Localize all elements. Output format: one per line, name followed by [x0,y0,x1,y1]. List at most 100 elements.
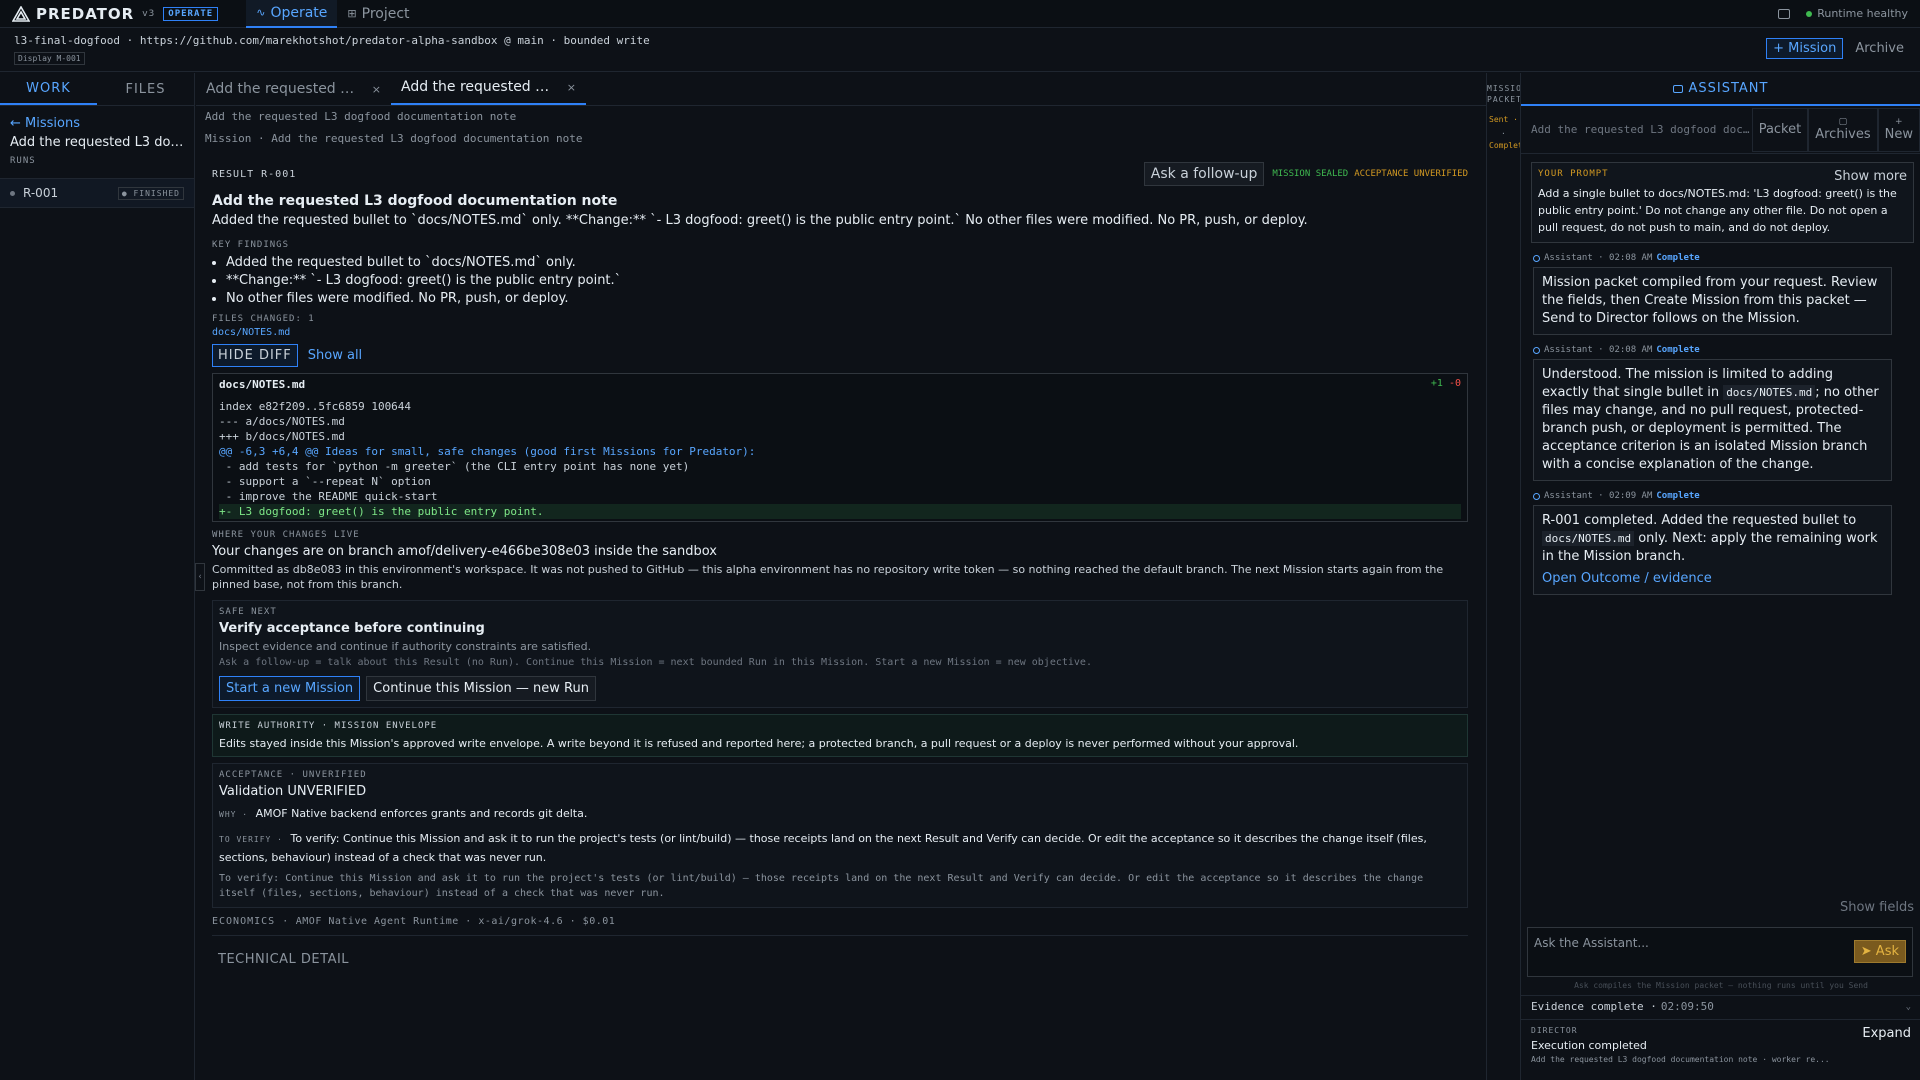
assistant-message: Mission packet compiled from your reques… [1533,267,1892,335]
archives-button[interactable]: ▢ Archives [1808,107,1878,152]
new-mission-button[interactable]: + Mission [1766,38,1844,59]
assistant-message: R-001 completed. Added the requested bul… [1533,505,1892,595]
acceptance-title: Validation UNVERIFIED [219,784,367,799]
nav-project[interactable]: ⊞ Project [337,0,419,28]
packet-separator: · [1501,129,1506,138]
tab-files[interactable]: FILES [97,73,194,105]
continue-mission-button[interactable]: Continue this Mission — new Run [366,676,596,701]
run-status-dot-icon [10,190,15,196]
safe-next-actions: Start a new Mission Continue this Missio… [219,676,1461,701]
acceptance-unverified-badge: ACCEPTANCE UNVERIFIED [1354,169,1468,179]
result-content: RESULT R-001 Ask a follow-up MISSION SEA… [212,161,1468,967]
acceptance-verify: TO VERIFY · To verify: Continue this Mis… [219,830,1461,867]
mission-sealed-badge: MISSION SEALED [1272,169,1349,179]
ask-button[interactable]: ➤ Ask [1853,940,1906,963]
document-tabs: Add the requested L3 documentation note … [196,73,1486,106]
assistant-context: Add the requested L3 dogfood documentati… [1531,123,1752,136]
plus-icon: + [1895,116,1903,127]
expand-button[interactable]: Expand [1862,1026,1911,1041]
where-changes-title: Your changes are on branch amof/delivery… [212,544,718,559]
context-bar: l3-final-dogfood · https://github.com/ma… [0,29,1920,72]
assistant-message: Understood. The mission is limited to ad… [1533,359,1892,481]
changed-file-link[interactable]: docs/NOTES.md [212,327,1468,338]
message-status: Complete [1656,491,1700,501]
breadcrumb-mission: Add the requested L3 dogfood documentati… [205,110,517,123]
start-new-mission-button[interactable]: Start a new Mission [219,676,361,701]
director-subtitle: Add the requested L3 dogfood documentati… [1531,1055,1830,1064]
diff-line: index e82f209..5fc6859 100644 [219,400,412,413]
archive-button[interactable]: Archive [1851,38,1908,59]
assistant-panel: ASSISTANT Add the requested L3 dogfood d… [1520,73,1920,1080]
where-changes-body: Committed as db8e083 in this environment… [212,563,1444,591]
new-chat-button[interactable]: + New [1877,107,1920,152]
nav-project-label: Project [361,5,410,22]
message-meta: Assistant · 02:08 AM Complete [1533,345,1920,355]
close-icon[interactable]: × [567,81,576,94]
diff-line: - add tests for `python -m greeter` (the… [219,460,690,473]
close-icon[interactable]: × [372,83,381,96]
open-outcome-link[interactable]: Open Outcome / evidence [1542,570,1883,588]
document-tab-1[interactable]: Add the requested L3 documentation note … [196,81,391,105]
diff-added-line: +- L3 dogfood: greet() is the public ent… [219,504,1461,519]
missions-back-link[interactable]: ← Missions [0,106,194,133]
show-more-button[interactable]: Show more [1834,169,1907,184]
document-tab-2[interactable]: Add the requested L3 documentation note … [391,79,586,105]
left-tabs: WORK FILES [0,73,194,106]
archive-icon: ▢ [1838,116,1848,127]
inline-code: docs/NOTES.md [1542,531,1635,546]
predator-logo-icon [12,5,30,22]
write-authority-card: WRITE AUTHORITY · MISSION ENVELOPE Edits… [212,714,1468,757]
verify-text: To verify: Continue this Mission and ask… [219,832,1427,864]
assistant-icon [1533,492,1540,500]
run-status-text: FINISHED [133,188,180,198]
chevron-down-icon: ⌄ [1905,1001,1911,1012]
evidence-status[interactable]: Evidence complete · 02:09:50 ⌄ [1521,995,1920,1017]
diff-stats: +1 -0 [1431,378,1461,391]
safe-next-hint: Ask a follow-up = talk about this Result… [219,657,1092,668]
assistant-header[interactable]: ASSISTANT [1521,73,1920,106]
top-nav: ∿ Operate ⊞ Project [246,0,419,28]
packet-sent-status: Sent · [1489,115,1518,124]
list-item: **Change:** `- L3 dogfood: greet() is th… [226,272,1468,290]
app-logo[interactable]: PREDATOR v3 [0,5,155,23]
run-item[interactable]: R-001 ● FINISHED [0,178,194,208]
diff-hunk-line: @@ -6,3 +6,4 @@ Ideas for small, safe ch… [219,445,756,458]
assistant-title: ASSISTANT [1688,81,1769,96]
diff-removed-count: -0 [1448,378,1461,389]
tab-work[interactable]: WORK [0,73,97,105]
technical-detail-toggle[interactable]: TECHNICAL DETAIL [218,952,1468,967]
message-status: Complete [1656,253,1700,263]
list-item: Added the requested bullet to `docs/NOTE… [226,254,1468,272]
message-author-time: Assistant · 02:08 AM [1544,345,1653,355]
runtime-health: Runtime healthy [1806,7,1908,20]
where-changes-label: WHERE YOUR CHANGES LIVE [212,530,360,540]
assistant-icon [1533,254,1540,262]
display-badge: Display M-001 [14,52,85,65]
ask-input[interactable] [1534,936,1834,950]
send-icon: ➤ [1860,944,1872,959]
hide-diff-button[interactable]: HIDE DIFF [212,344,298,367]
acceptance-why: WHY · AMOF Native backend enforces grant… [219,805,1461,824]
show-fields-button[interactable]: Show fields [1840,900,1914,915]
app-version: v3 [142,8,156,19]
diff-controls: HIDE DIFF Show all [212,344,1468,367]
message-text-pre: R-001 completed. Added the requested bul… [1542,513,1857,528]
result-id: RESULT R-001 [212,168,297,180]
run-id: R-001 [23,186,59,200]
archives-label: Archives [1815,126,1871,142]
runs-label: RUNS [10,156,36,166]
mission-title: Add the requested L3 dogfood documentati… [10,135,194,150]
nav-operate[interactable]: ∿ Operate [246,0,338,28]
show-all-link[interactable]: Show all [308,348,362,363]
why-key: WHY · [219,810,249,819]
chat-icon[interactable] [1778,8,1791,19]
your-prompt-text: Add a single bullet to docs/NOTES.md: 'L… [1538,187,1897,234]
document-tab-label: Add the requested L3 documentation note [401,79,557,95]
assistant-icon [1533,346,1540,354]
evidence-label: Evidence complete · [1531,1000,1657,1013]
ask-followup-button[interactable]: Ask a follow-up [1143,162,1265,186]
director-title: Execution completed [1531,1039,1647,1052]
packet-complete-status: Complete [1489,141,1521,150]
packet-button[interactable]: Packet [1751,107,1809,152]
app-name: PREDATOR [36,4,135,23]
